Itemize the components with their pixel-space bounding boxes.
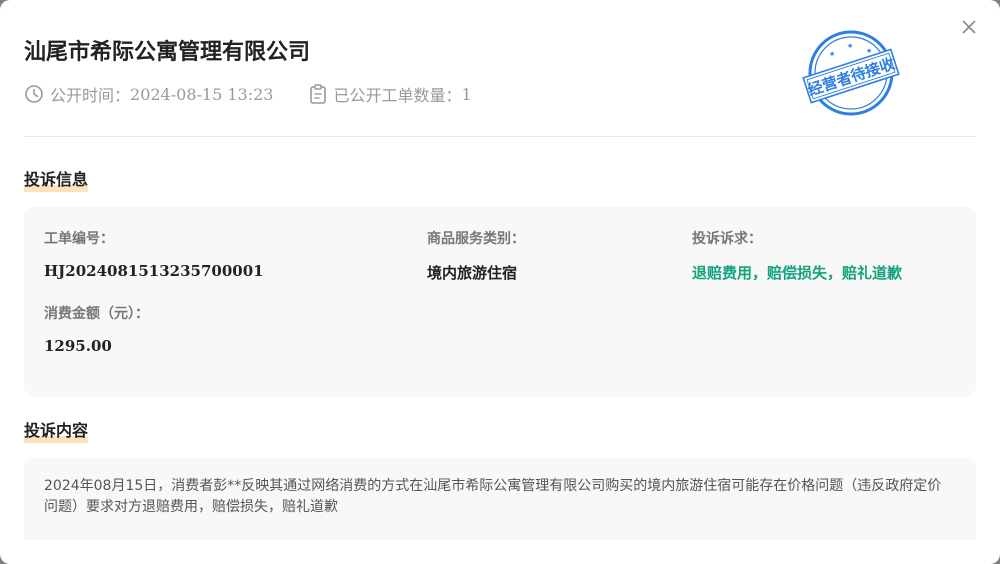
svg-text:★: ★ xyxy=(847,42,853,50)
category-value: 境内旅游住宿 xyxy=(427,264,518,282)
svg-text:★: ★ xyxy=(829,50,835,58)
publish-time-label: 公开时间： xyxy=(50,86,131,105)
complaint-info-title: 投诉信息 xyxy=(24,166,89,192)
orders-count: 已公开工单数量： 1 xyxy=(309,82,472,106)
order-no-value: HJ2024081513235700001 xyxy=(44,262,264,280)
complaint-content-text: 2024年08月15日，消费者彭**反映其通过网络消费的方式在汕尾市希际公寓管理… xyxy=(44,478,942,515)
svg-text:★: ★ xyxy=(866,47,872,55)
clipboard-icon xyxy=(310,84,327,104)
meta-row: 公开时间： 2024-08-15 13:23 已公开工单数量： 1 xyxy=(24,82,472,106)
orders-count-label: 已公开工单数量： xyxy=(333,86,462,105)
order-no-field: 工单编号： HJ2024081513235700001 xyxy=(44,228,264,280)
demand-label: 投诉诉求： xyxy=(692,231,762,247)
complaint-content-card: 2024年08月15日，消费者彭**反映其通过网络消费的方式在汕尾市希际公寓管理… xyxy=(24,458,976,540)
clock-icon xyxy=(25,85,43,103)
complaint-detail-modal: 汕尾市希际公寓管理有限公司 公开时间： 2024-08-15 13:23 已公开… xyxy=(0,0,1000,564)
category-field: 商品服务类别： 境内旅游住宿 xyxy=(427,228,525,283)
publish-time: 公开时间： 2024-08-15 13:23 xyxy=(24,82,273,106)
publish-time-value: 2024-08-15 13:23 xyxy=(130,84,274,104)
amount-label: 消费金额（元）： xyxy=(44,306,149,322)
category-label: 商品服务类别： xyxy=(427,231,525,247)
complaint-content-title: 投诉内容 xyxy=(24,417,89,443)
complaint-info-card: 工单编号： HJ2024081513235700001 商品服务类别： 境内旅游… xyxy=(24,207,976,397)
amount-value: 1295.00 xyxy=(44,337,112,355)
demand-value: 退赔费用，赔偿损失，赔礼道歉 xyxy=(692,264,903,282)
demand-field: 投诉诉求： 退赔费用，赔偿损失，赔礼道歉 xyxy=(692,228,902,283)
company-title: 汕尾市希际公寓管理有限公司 xyxy=(24,40,311,65)
orders-count-value: 1 xyxy=(461,84,472,104)
header-divider xyxy=(24,136,976,137)
order-no-label: 工单编号： xyxy=(44,231,114,247)
amount-field: 消费金额（元）： 1295.00 xyxy=(44,303,149,355)
status-stamp: ★ ★ ★ 经营者待接收 xyxy=(802,30,900,116)
